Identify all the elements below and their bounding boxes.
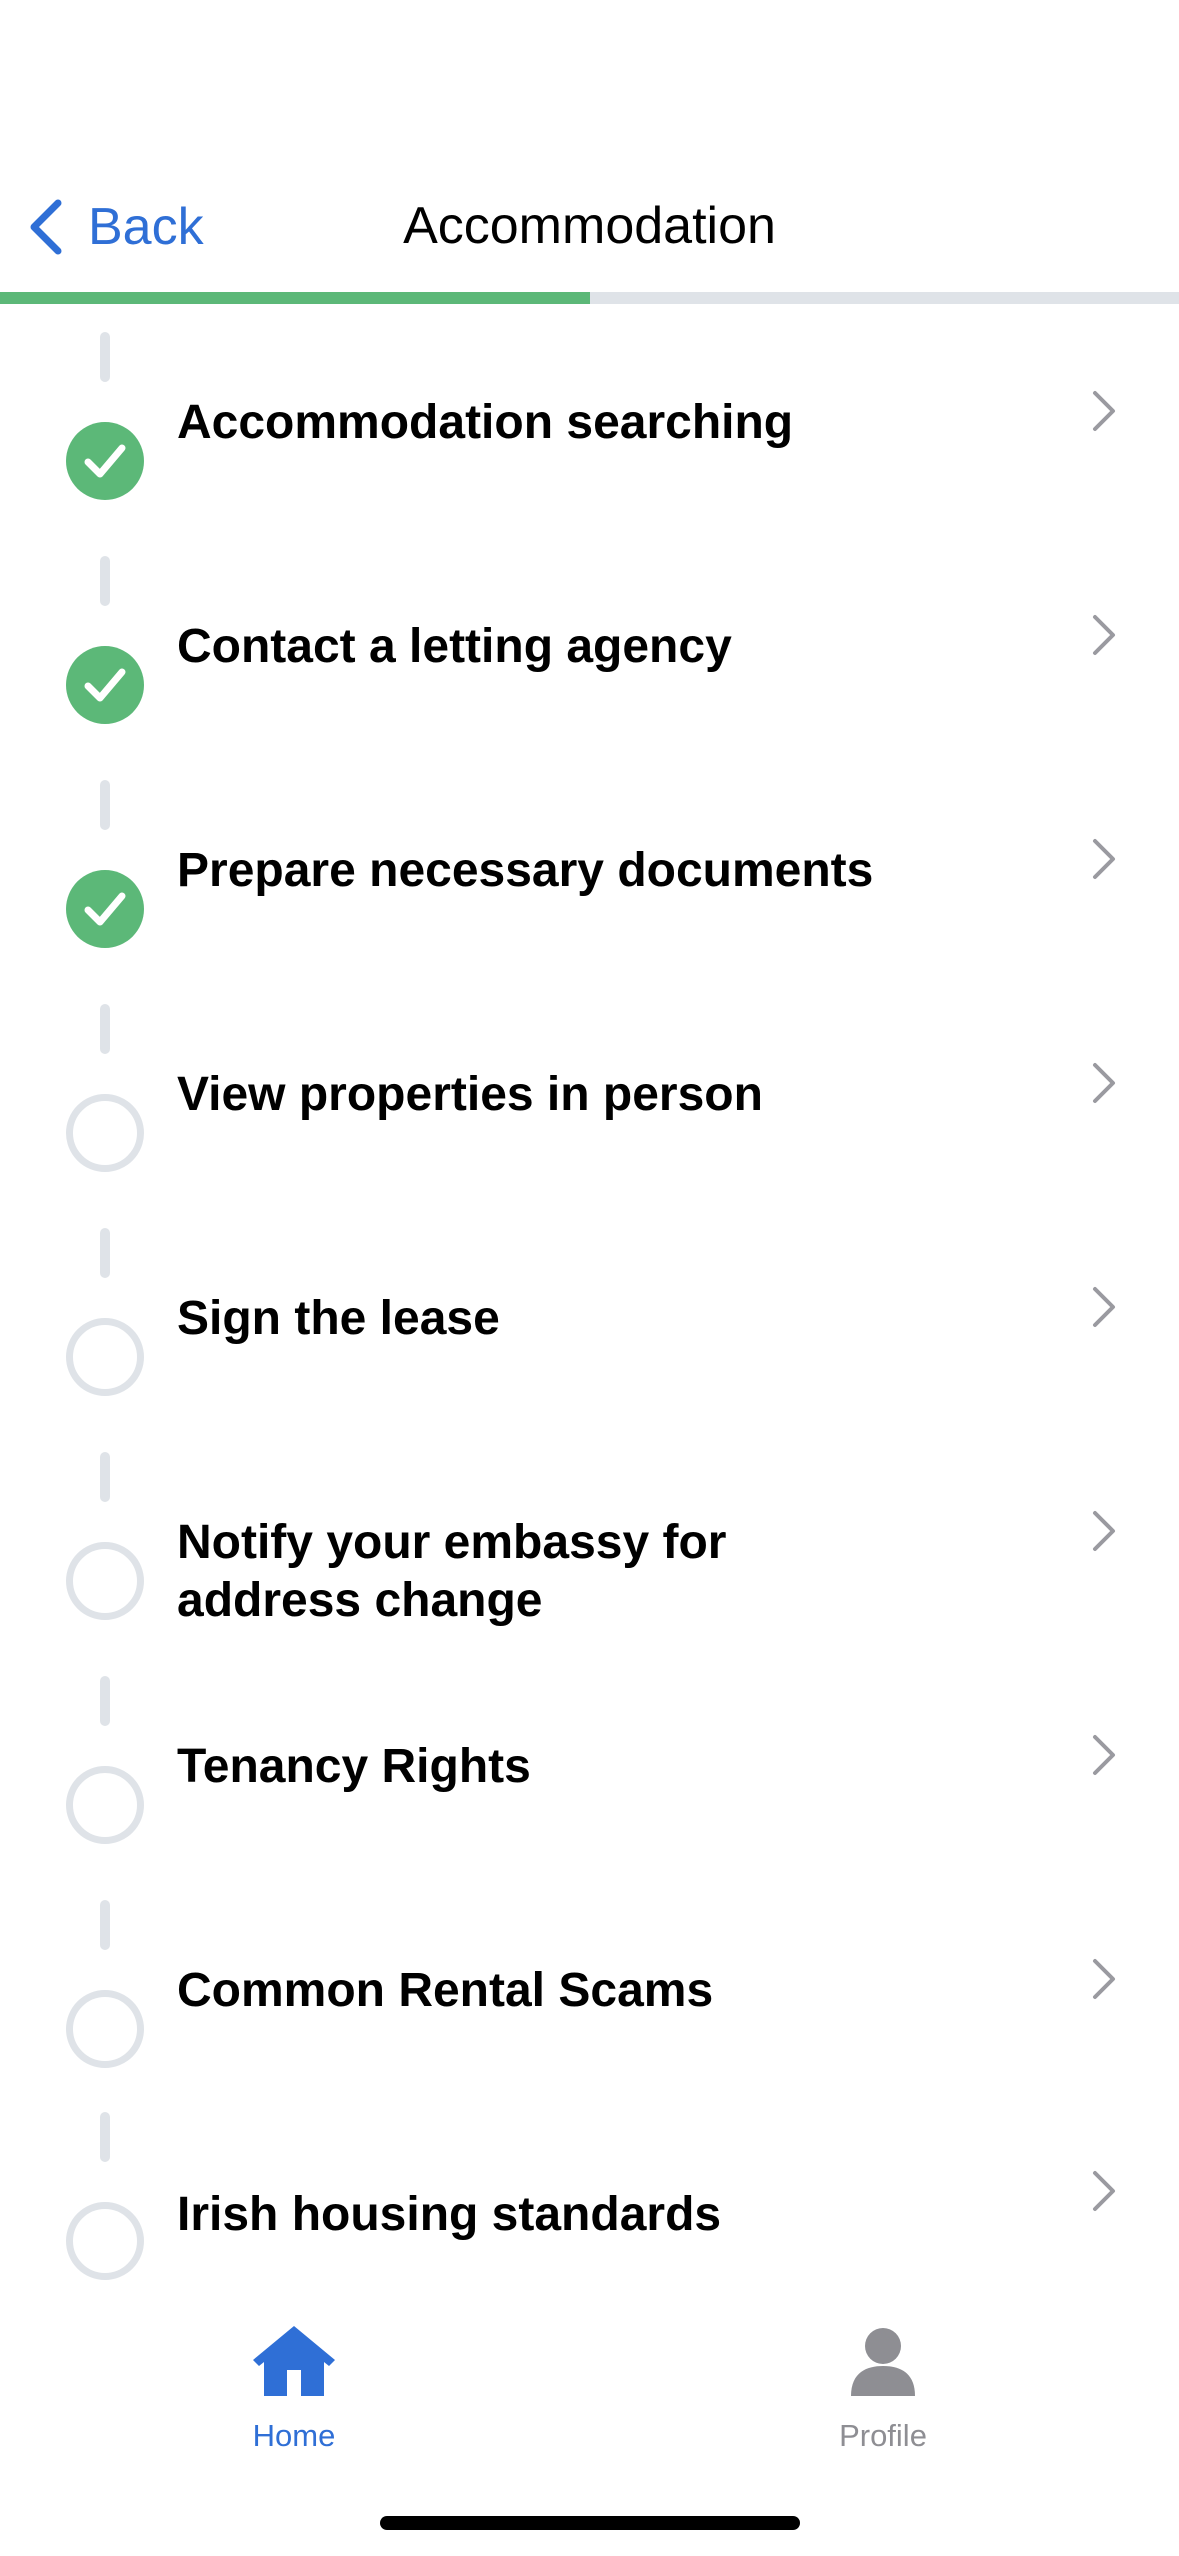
step-pending-icon xyxy=(66,1542,144,1620)
house-icon xyxy=(253,2326,335,2396)
progress-fill xyxy=(0,292,590,304)
step-pending-icon xyxy=(66,1766,144,1844)
page-title: Accommodation xyxy=(403,197,776,255)
step-pending-icon xyxy=(66,1318,144,1396)
chevron-right-icon xyxy=(1090,2168,1118,2214)
home-indicator xyxy=(380,2516,800,2530)
step-label: Notify your embassy for address change xyxy=(177,1516,727,1627)
tab-home[interactable]: Home xyxy=(194,2320,394,2454)
step-completed-icon xyxy=(66,646,144,724)
navigation-bar: Back Accommodation xyxy=(0,0,1179,304)
step-connector xyxy=(100,1228,110,1278)
step-connector xyxy=(100,2112,110,2162)
step-completed-icon xyxy=(66,870,144,948)
person-icon xyxy=(851,2328,915,2396)
chevron-right-icon xyxy=(1090,1956,1118,2002)
tab-profile-label: Profile xyxy=(839,2418,927,2453)
chevron-right-icon xyxy=(1090,1284,1118,1330)
step-pending-icon xyxy=(66,1990,144,2068)
step-pending-icon xyxy=(66,1094,144,1172)
step-label: Accommodation searching xyxy=(177,396,794,449)
step-connector xyxy=(100,332,110,382)
step-label: Contact a letting agency xyxy=(177,620,732,673)
step-label: Irish housing standards xyxy=(177,2188,722,2241)
step-pending-icon xyxy=(66,2202,144,2280)
step-completed-icon xyxy=(66,422,144,500)
step-connector xyxy=(100,1452,110,1502)
chevron-right-icon xyxy=(1090,1732,1118,1778)
step-connector xyxy=(100,556,110,606)
chevron-right-icon xyxy=(1090,1060,1118,1106)
step-label: Prepare necessary documents xyxy=(177,844,874,897)
step-label: Common Rental Scams xyxy=(177,1964,714,2017)
step-label: Tenancy Rights xyxy=(177,1740,531,1793)
step-label: Sign the lease xyxy=(177,1292,500,1345)
progress-bar xyxy=(0,292,1179,304)
checkmark-icon xyxy=(84,892,126,926)
tab-profile[interactable]: Profile xyxy=(783,2320,983,2454)
step-connector xyxy=(100,1004,110,1054)
step-label: View properties in person xyxy=(177,1068,763,1121)
step-connector xyxy=(100,1676,110,1726)
chevron-right-icon xyxy=(1090,612,1118,658)
step-connector xyxy=(100,1900,110,1950)
chevron-right-icon xyxy=(1090,836,1118,882)
chevron-right-icon xyxy=(1090,388,1118,434)
checkmark-icon xyxy=(84,444,126,478)
step-connector xyxy=(100,780,110,830)
tab-home-label: Home xyxy=(252,2418,336,2453)
checkmark-icon xyxy=(84,668,126,702)
chevron-right-icon xyxy=(1090,1508,1118,1554)
